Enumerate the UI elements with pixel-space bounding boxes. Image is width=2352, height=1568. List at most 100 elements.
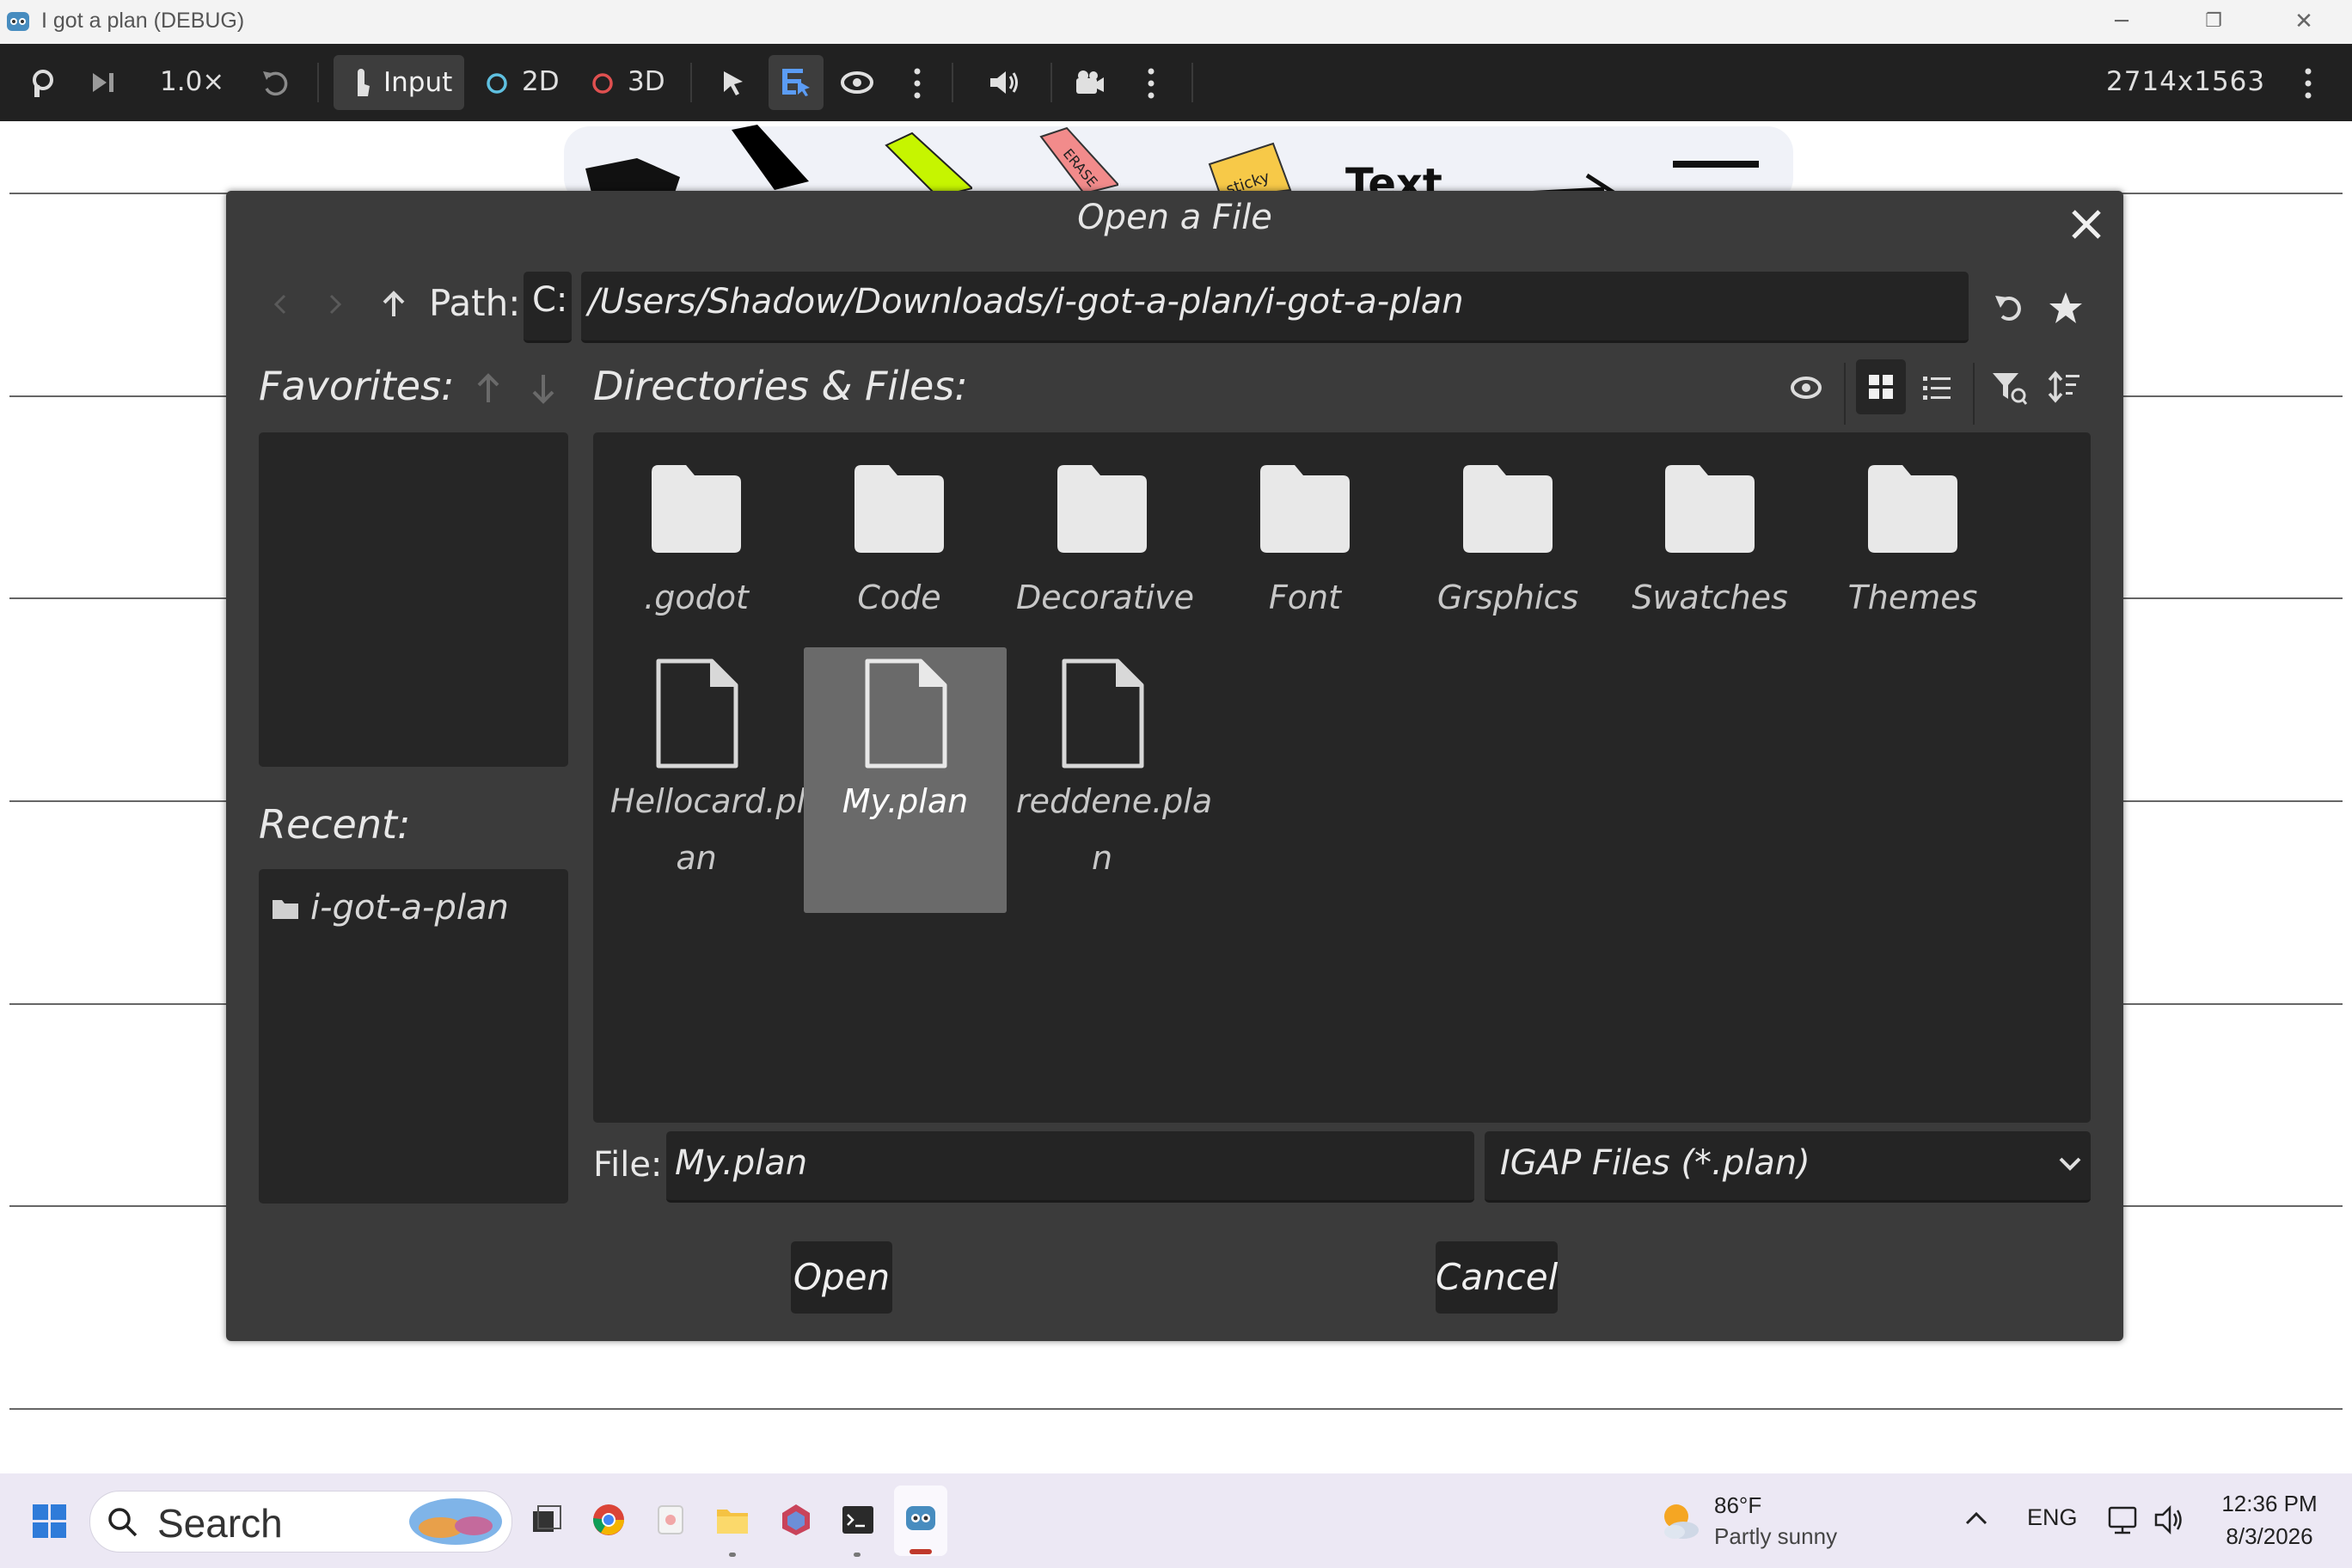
- 2d-icon: [487, 73, 507, 94]
- godot-taskbar-button[interactable]: [894, 1485, 947, 1556]
- more-options-icon[interactable]: [911, 66, 923, 101]
- weather-desc[interactable]: Partly sunny: [1714, 1523, 1837, 1550]
- clock-time[interactable]: 12:36 PM: [2218, 1491, 2321, 1517]
- taskbar-search-box[interactable]: Search: [89, 1491, 512, 1553]
- drive-selector[interactable]: C:: [524, 272, 572, 343]
- folder-item[interactable]: Font: [1219, 462, 1391, 616]
- sort-icon[interactable]: [2047, 370, 2081, 406]
- folder-label: Decorative: [1016, 579, 1195, 616]
- file-explorer-icon[interactable]: [715, 1503, 750, 1537]
- list-view-icon[interactable]: [1921, 373, 1952, 402]
- grid-view-icon: [1869, 375, 1893, 399]
- drive-label: C:: [532, 280, 568, 320]
- remote-debug-icon[interactable]: [26, 66, 60, 101]
- toolbar-menu-icon[interactable]: [2302, 66, 2314, 101]
- close-dialog-icon[interactable]: [2068, 206, 2104, 242]
- visibility-eye-icon[interactable]: [840, 70, 874, 95]
- dialog-title: Open a File: [1077, 198, 1272, 237]
- document-app-icon[interactable]: [655, 1503, 686, 1537]
- recent-list[interactable]: i-got-a-plan: [259, 869, 568, 1204]
- input-toggle-button[interactable]: Input: [334, 55, 464, 110]
- refresh-icon[interactable]: [1994, 291, 2028, 325]
- folder-icon: [1260, 465, 1350, 553]
- favorite-star-icon[interactable]: [2049, 291, 2083, 325]
- chrome-icon[interactable]: [591, 1503, 626, 1537]
- file-name-input[interactable]: My.plan: [666, 1131, 1474, 1203]
- path-input[interactable]: /Users/Shadow/Downloads/i-got-a-plan/i-g…: [581, 272, 1969, 343]
- cancel-button[interactable]: Cancel: [1436, 1241, 1558, 1314]
- network-icon[interactable]: [2106, 1503, 2141, 1537]
- favorite-move-up-icon[interactable]: [475, 371, 501, 406]
- weather-temp[interactable]: 86°F: [1714, 1492, 1761, 1519]
- folder-label: Grsphics: [1436, 579, 1579, 616]
- folder-item[interactable]: Grsphics: [1422, 462, 1594, 616]
- folder-icon: [273, 900, 298, 919]
- speed-label[interactable]: 1.0×: [160, 58, 224, 106]
- pen-black-icon[interactable]: [723, 121, 818, 190]
- weather-partly-sunny-icon[interactable]: [1656, 1498, 1702, 1544]
- folder-item[interactable]: Themes: [1827, 462, 1999, 616]
- recent-label: Recent:: [259, 801, 411, 848]
- 2d-button[interactable]: 2D: [522, 58, 560, 106]
- favorites-label: Favorites:: [259, 363, 455, 409]
- terminal-icon[interactable]: [841, 1504, 875, 1535]
- clock-date[interactable]: 8/3/2026: [2218, 1523, 2321, 1550]
- 3d-button[interactable]: 3D: [628, 58, 665, 106]
- select-arrow-icon[interactable]: [719, 68, 748, 97]
- godot-app-icon: [7, 12, 29, 31]
- open-button[interactable]: Open: [791, 1241, 892, 1314]
- file-icon: [1062, 658, 1144, 769]
- windows-taskbar: Search 86°F Partly sunny ENG 12:36 PM 8/…: [0, 1473, 2352, 1568]
- file-item[interactable]: reddene.pla n: [1016, 647, 1212, 910]
- language-indicator[interactable]: ENG: [2027, 1504, 2078, 1531]
- favorite-move-down-icon[interactable]: [530, 371, 556, 406]
- file-type-select[interactable]: IGAP Files (*.plan): [1485, 1131, 2091, 1203]
- list-select-icon: [782, 69, 810, 96]
- folder-item[interactable]: Decorative: [1016, 462, 1195, 616]
- file-item[interactable]: Hellocard.pl an: [610, 647, 805, 910]
- back-nav-icon[interactable]: [271, 292, 290, 316]
- grid-view-toggle[interactable]: [1856, 359, 1906, 414]
- volume-icon[interactable]: [2153, 1503, 2187, 1537]
- windows-start-icon[interactable]: [33, 1504, 67, 1539]
- restore-button[interactable]: ❐: [2184, 3, 2244, 40]
- folder-item[interactable]: Code: [813, 462, 985, 616]
- minimize-button[interactable]: ─: [2092, 3, 2152, 40]
- folder-label: Code: [857, 579, 941, 616]
- filter-icon[interactable]: [1991, 370, 2027, 406]
- folder-icon: [1665, 465, 1755, 553]
- folder-icon: [854, 465, 944, 553]
- list-select-toggle[interactable]: [769, 55, 824, 110]
- file-label-line1: My.plan: [842, 782, 969, 820]
- folder-item[interactable]: .godot: [610, 462, 782, 616]
- file-label: File:: [593, 1145, 663, 1185]
- close-window-button[interactable]: ✕: [2274, 3, 2334, 40]
- puzzle-app-icon[interactable]: [779, 1503, 813, 1537]
- task-view-icon[interactable]: [531, 1504, 562, 1535]
- window-title: I got a plan (DEBUG): [41, 9, 245, 33]
- file-grid[interactable]: .godot Code Decorative Font Grsphics Swa…: [593, 432, 2091, 1123]
- show-hidden-icon[interactable]: [1789, 373, 1823, 402]
- input-label: Input: [383, 67, 453, 98]
- eraser-icon[interactable]: ERASE: [1032, 125, 1118, 193]
- favorites-list[interactable]: [259, 432, 568, 767]
- step-frame-icon[interactable]: [89, 68, 119, 97]
- file-item-selected[interactable]: My.plan: [804, 647, 1007, 913]
- search-placeholder: Search: [157, 1501, 283, 1546]
- line-tool-icon[interactable]: [1673, 156, 1767, 190]
- parent-dir-icon[interactable]: [381, 289, 407, 318]
- show-hidden-icons-chevron[interactable]: [1963, 1510, 1989, 1527]
- highlighter-icon[interactable]: [878, 128, 972, 197]
- speaker-icon[interactable]: [987, 68, 1021, 97]
- folder-item[interactable]: Swatches: [1624, 462, 1796, 616]
- camera-more-icon[interactable]: [1145, 66, 1157, 101]
- forward-nav-icon[interactable]: [326, 292, 345, 316]
- folder-label: Font: [1268, 579, 1342, 616]
- dir-files-label: Directories & Files:: [593, 363, 968, 409]
- file-icon: [656, 658, 738, 769]
- reset-speed-icon[interactable]: [260, 68, 291, 99]
- recent-item[interactable]: i-got-a-plan: [271, 888, 554, 931]
- camera-override-icon[interactable]: [1073, 68, 1107, 97]
- path-label: Path:: [429, 282, 521, 324]
- sticky-note-icon[interactable]: sticky: [1204, 138, 1299, 199]
